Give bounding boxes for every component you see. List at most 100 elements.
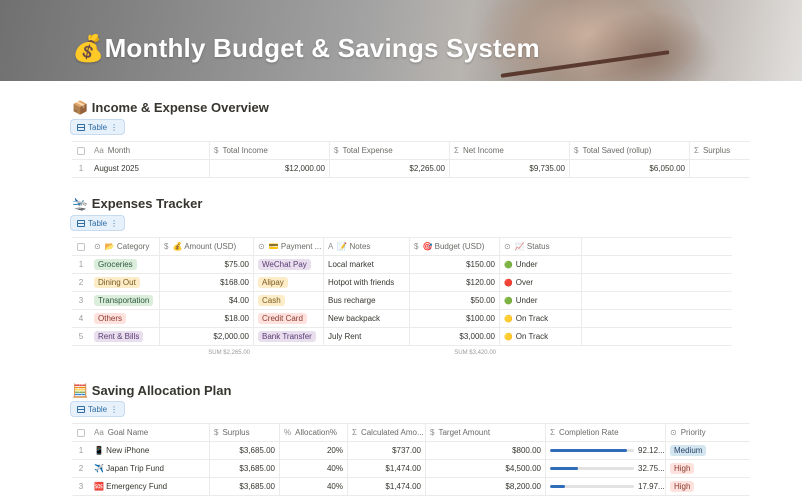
cell-allocation[interactable]: 40% <box>280 478 348 495</box>
cell-notes[interactable]: New backpack <box>324 310 410 327</box>
category-tag[interactable]: Others <box>94 313 127 324</box>
cell-payment[interactable]: Alipay <box>254 274 324 291</box>
cell-target-amount[interactable]: $8,200.00 <box>426 478 546 495</box>
view-tab-table-saving[interactable]: Table ⋮ <box>70 401 126 417</box>
view-tab-table-income[interactable]: Table ⋮ <box>70 119 126 135</box>
table-row[interactable]: 1 August 2025 $12,000.00 $2,265.00 $9,73… <box>72 160 750 178</box>
cell-budget[interactable]: $150.00 <box>410 256 500 273</box>
cell-status[interactable]: 🟢 Under <box>500 256 582 273</box>
cell-payment[interactable]: Cash <box>254 292 324 309</box>
cell-goal-name[interactable]: 🆘 Emergency Fund <box>90 478 210 495</box>
cell-status[interactable]: 🟢 Under <box>500 292 582 309</box>
table-row[interactable]: 2 Dining Out $168.00 Alipay Hotpot with frie… <box>72 274 732 292</box>
cell-completion-rate[interactable]: 17.97... <box>546 478 666 495</box>
cell-category[interactable]: Others <box>90 310 160 327</box>
cell-surplus[interactable]: $3,685.00 <box>210 460 280 477</box>
column-header-category[interactable]: ⊙ 📂 Category <box>90 238 160 255</box>
cell-total-expense[interactable]: $2,265.00 <box>330 160 450 177</box>
cell-budget[interactable]: $120.00 <box>410 274 500 291</box>
cell-budget[interactable]: $3,000.00 <box>410 328 500 345</box>
cell-payment[interactable]: Credit Card <box>254 310 324 327</box>
priority-tag[interactable]: High <box>670 481 695 492</box>
cell-month[interactable]: August 2025 <box>90 160 210 177</box>
column-header-payment[interactable]: ⊙ 💳 Payment ... <box>254 238 324 255</box>
cell-amount[interactable]: $4.00 <box>160 292 254 309</box>
select-all-checkbox[interactable] <box>72 238 90 255</box>
category-tag[interactable]: Groceries <box>94 259 137 270</box>
column-header-surplus[interactable]: $ Surplus <box>210 424 280 441</box>
column-header-priority[interactable]: ⊙ Priority <box>666 424 750 441</box>
column-header-total-income[interactable]: $ Total Income <box>210 142 330 159</box>
cell-total-saved[interactable]: $6,050.00 <box>570 160 690 177</box>
category-tag[interactable]: Transportation <box>94 295 154 306</box>
payment-tag[interactable]: WeChat Pay <box>258 259 311 270</box>
column-header-net-income[interactable]: Σ Net Income <box>450 142 570 159</box>
cell-category[interactable]: Dining Out <box>90 274 160 291</box>
cell-completion-rate[interactable]: 92.12... <box>546 442 666 459</box>
payment-tag[interactable]: Alipay <box>258 277 288 288</box>
table-row[interactable]: 2 ✈️ Japan Trip Fund $3,685.00 40% $1,474.00… <box>72 460 750 478</box>
column-header-status[interactable]: ⊙ 📈 Status <box>500 238 582 255</box>
table-row[interactable]: 1 Groceries $75.00 WeChat Pay Local market $1… <box>72 256 732 274</box>
cell-notes[interactable]: Bus recharge <box>324 292 410 309</box>
priority-tag[interactable]: Medium <box>670 445 707 456</box>
view-options-icon[interactable]: ⋮ <box>110 123 118 132</box>
cell-category[interactable]: Rent & Bills <box>90 328 160 345</box>
sum-amount[interactable]: SUM $2,265.00 <box>160 346 254 360</box>
cell-surplus[interactable]: $3,685.00 <box>210 478 280 495</box>
cell-status[interactable]: 🔴 Over <box>500 274 582 291</box>
cell-amount[interactable]: $168.00 <box>160 274 254 291</box>
cell-total-income[interactable]: $12,000.00 <box>210 160 330 177</box>
payment-tag[interactable]: Credit Card <box>258 313 307 324</box>
table-row[interactable]: 4 Others $18.00 Credit Card New backpack $100… <box>72 310 732 328</box>
cell-category[interactable]: Groceries <box>90 256 160 273</box>
cell-allocation[interactable]: 20% <box>280 442 348 459</box>
column-header-calculated-amount[interactable]: Σ Calculated Amo... <box>348 424 426 441</box>
column-header-budget[interactable]: $ 🎯 Budget (USD) <box>410 238 500 255</box>
cell-category[interactable]: Transportation <box>90 292 160 309</box>
cell-notes[interactable]: Hotpot with friends <box>324 274 410 291</box>
cell-status[interactable]: 🟡 On Track <box>500 310 582 327</box>
cell-priority[interactable]: Medium <box>666 442 750 459</box>
cell-priority[interactable]: High <box>666 478 750 495</box>
cell-budget[interactable]: $50.00 <box>410 292 500 309</box>
payment-tag[interactable]: Cash <box>258 295 285 306</box>
select-all-checkbox[interactable] <box>72 424 90 441</box>
column-header-total-saved[interactable]: $ Total Saved (rollup) <box>570 142 690 159</box>
cell-surplus[interactable] <box>690 160 750 177</box>
cell-allocation[interactable]: 40% <box>280 460 348 477</box>
view-options-icon[interactable]: ⋮ <box>110 405 118 414</box>
cell-target-amount[interactable]: $4,500.00 <box>426 460 546 477</box>
cell-target-amount[interactable]: $800.00 <box>426 442 546 459</box>
cell-payment[interactable]: WeChat Pay <box>254 256 324 273</box>
column-header-completion-rate[interactable]: Σ Completion Rate <box>546 424 666 441</box>
view-tab-table-expenses[interactable]: Table ⋮ <box>70 215 126 231</box>
category-tag[interactable]: Rent & Bills <box>94 331 144 342</box>
column-header-target-amount[interactable]: $ Target Amount <box>426 424 546 441</box>
select-all-checkbox[interactable] <box>72 142 90 159</box>
priority-tag[interactable]: High <box>670 463 695 474</box>
cell-calculated-amount[interactable]: $737.00 <box>348 442 426 459</box>
cell-calculated-amount[interactable]: $1,474.00 <box>348 460 426 477</box>
table-row[interactable]: 5 Rent & Bills $2,000.00 Bank Transfer July … <box>72 328 732 346</box>
column-header-notes[interactable]: A 📝 Notes <box>324 238 410 255</box>
column-header-goal-name[interactable]: Aa Goal Name <box>90 424 210 441</box>
cell-amount[interactable]: $2,000.00 <box>160 328 254 345</box>
cell-goal-name[interactable]: 📱 New iPhone <box>90 442 210 459</box>
view-options-icon[interactable]: ⋮ <box>110 219 118 228</box>
cell-priority[interactable]: High <box>666 460 750 477</box>
payment-tag[interactable]: Bank Transfer <box>258 331 316 342</box>
sum-budget[interactable]: SUM $3,420.00 <box>410 346 500 360</box>
cell-budget[interactable]: $100.00 <box>410 310 500 327</box>
table-row[interactable]: 3 Transportation $4.00 Cash Bus recharge $50.… <box>72 292 732 310</box>
cell-payment[interactable]: Bank Transfer <box>254 328 324 345</box>
cell-goal-name[interactable]: ✈️ Japan Trip Fund <box>90 460 210 477</box>
cell-status[interactable]: 🟡 On Track <box>500 328 582 345</box>
cell-notes[interactable]: July Rent <box>324 328 410 345</box>
cell-amount[interactable]: $18.00 <box>160 310 254 327</box>
cell-amount[interactable]: $75.00 <box>160 256 254 273</box>
table-row[interactable]: 1 📱 New iPhone $3,685.00 20% $737.00 $800.00 9… <box>72 442 750 460</box>
column-header-surplus[interactable]: Σ Surplus <box>690 142 750 159</box>
column-header-allocation[interactable]: % Allocation% <box>280 424 348 441</box>
table-row[interactable]: 3 🆘 Emergency Fund $3,685.00 40% $1,474.00 $8… <box>72 478 750 496</box>
